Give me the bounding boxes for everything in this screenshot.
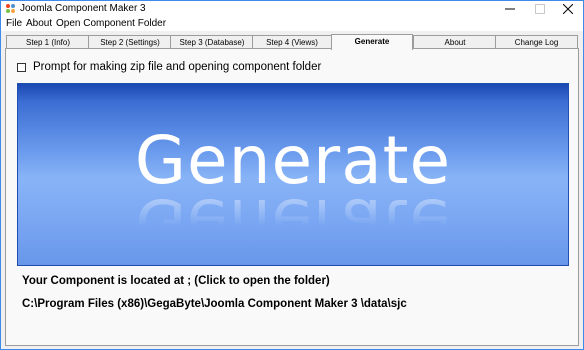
tab-strip: Step 1 (Info) Step 2 (Settings) Step 3 (… [1, 34, 583, 50]
tab-step2-settings[interactable]: Step 2 (Settings) [88, 35, 172, 49]
tab-step1-info[interactable]: Step 1 (Info) [6, 35, 90, 49]
title-bar[interactable]: Joomla Component Maker 3 [1, 1, 583, 17]
generate-button[interactable]: Generate Generate [17, 83, 569, 266]
zip-prompt-label[interactable]: Prompt for making zip file and opening c… [33, 61, 321, 73]
generate-banner-reflection: Generate [134, 184, 452, 261]
open-folder-link[interactable]: Your Component is located at ; (Click to… [22, 275, 330, 287]
menu-bar: File About Open Component Folder [1, 17, 583, 31]
generate-panel: Prompt for making zip file and opening c… [5, 48, 579, 346]
tab-generate[interactable]: Generate [331, 34, 413, 50]
menu-open-component-folder[interactable]: Open Component Folder [56, 18, 166, 30]
close-button[interactable] [553, 1, 583, 17]
tab-step3-database[interactable]: Step 3 (Database) [170, 35, 254, 49]
minimize-button[interactable] [495, 1, 525, 17]
window-title: Joomla Component Maker 3 [20, 3, 146, 14]
maximize-button[interactable] [525, 1, 555, 17]
joomla-icon [5, 3, 16, 14]
tab-change-log[interactable]: Change Log [495, 35, 578, 49]
menu-about[interactable]: About [26, 18, 52, 30]
zip-prompt-checkbox-row[interactable]: Prompt for making zip file and opening c… [17, 61, 321, 73]
tab-step4-views[interactable]: Step 4 (Views) [252, 35, 332, 49]
zip-prompt-checkbox[interactable] [17, 62, 26, 72]
component-path: C:\Program Files (x86)\GegaByte\Joomla C… [22, 298, 407, 310]
app-window: Joomla Component Maker 3 File About Open… [0, 0, 584, 350]
tab-about[interactable]: About [413, 35, 497, 49]
menu-file[interactable]: File [6, 18, 22, 30]
